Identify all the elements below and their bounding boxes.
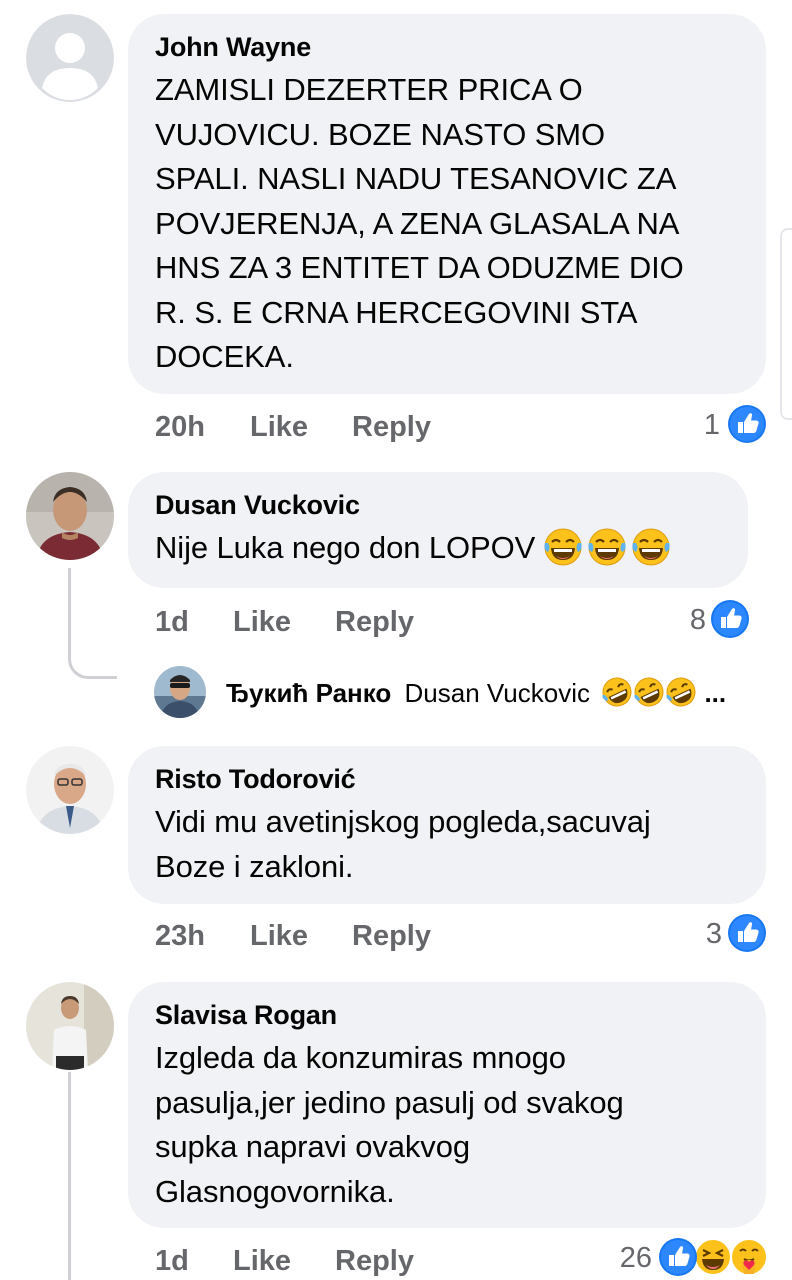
comment-bubble: Risto Todorović Vidi mu avetinjskog pogl… — [128, 746, 766, 904]
comment-line: Boze i zakloni. — [155, 848, 354, 884]
comment-timestamp[interactable]: 1d — [155, 602, 189, 642]
like-icon[interactable] — [711, 600, 749, 638]
like-button[interactable]: Like — [250, 916, 308, 956]
comment-timestamp[interactable]: 1d — [155, 1241, 189, 1280]
comment-line: Vidi mu avetinjskog pogleda,sacuvaj — [155, 804, 651, 839]
avatar-reply-author[interactable] — [154, 666, 206, 718]
reply-mention[interactable]: Dusan Vuckovic — [405, 678, 590, 708]
comment-line: Nije Luka nego don LOPOV — [155, 530, 536, 565]
laugh-cry-emoji — [631, 527, 671, 567]
reply-button[interactable]: Reply — [335, 1241, 414, 1280]
reply-preview-text: Ђукић Ранко Dusan Vuckovic ... — [226, 676, 726, 710]
rolling-laugh-emoji — [665, 676, 698, 709]
haha-icon[interactable] — [694, 1238, 732, 1276]
rolling-laugh-emoji — [601, 676, 634, 709]
comment-timestamp[interactable]: 23h — [155, 916, 205, 956]
like-icon[interactable] — [728, 405, 766, 443]
comment-line: ZAMISLI DEZERTER PRICA O — [155, 72, 583, 107]
reaction-count[interactable]: 3 — [662, 914, 722, 954]
reply-button[interactable]: Reply — [352, 407, 431, 447]
reaction-count[interactable]: 1 — [660, 405, 720, 445]
avatar-risto-todorovic[interactable] — [26, 746, 114, 834]
care-icon[interactable] — [730, 1238, 768, 1276]
comment-text: Izgleda da konzumiras mnogo pasulja,jer … — [155, 1036, 738, 1214]
comment-actions: 23h Like Reply — [155, 916, 555, 956]
comment-line: supka napravi ovakvog — [155, 1129, 470, 1164]
comment-line: HNS ZA 3 ENTITET DA ODUZME DIO — [155, 250, 684, 285]
comment-actions: 20h Like Reply — [155, 407, 555, 447]
reaction-count[interactable]: 26 — [592, 1238, 652, 1278]
comment-actions: 1d Like Reply — [155, 1241, 555, 1280]
like-button[interactable]: Like — [233, 1241, 291, 1280]
comment-timestamp[interactable]: 20h — [155, 407, 205, 447]
like-button[interactable]: Like — [250, 407, 308, 447]
comment-author[interactable]: John Wayne — [155, 32, 738, 62]
reply-preview[interactable]: Ђукић Ранко Dusan Vuckovic ... — [154, 666, 774, 722]
reply-author[interactable]: Ђукић Ранко — [226, 678, 391, 708]
like-icon[interactable] — [728, 914, 766, 952]
comment-author[interactable]: Slavisa Rogan — [155, 1000, 738, 1030]
comment-text: ZAMISLI DEZERTER PRICA O VUJOVICU. BOZE … — [155, 68, 738, 380]
reaction-count[interactable]: 8 — [646, 600, 706, 640]
comment-line: Izgleda da konzumiras mnogo — [155, 1040, 566, 1075]
comment-line: pasulja,jer jedino pasulj od svakog — [155, 1084, 624, 1120]
rolling-laugh-emoji — [633, 676, 666, 709]
reply-button[interactable]: Reply — [335, 602, 414, 642]
comment-author[interactable]: Risto Todorović — [155, 764, 738, 794]
comment-bubble: John Wayne ZAMISLI DEZERTER PRICA O VUJO… — [128, 14, 766, 394]
reply-button[interactable]: Reply — [352, 916, 431, 956]
comment-line: Glasnogovornika. — [155, 1173, 395, 1209]
comment-bubble: Slavisa Rogan Izgleda da konzumiras mnog… — [128, 982, 766, 1228]
comment-author[interactable]: Dusan Vuckovic — [155, 490, 720, 520]
comment-line: VUJOVICU. BOZE NASTO SMO — [155, 116, 606, 152]
reply-thread-line — [68, 568, 117, 679]
comment-actions: 1d Like Reply — [155, 602, 555, 642]
avatar-default[interactable] — [26, 14, 114, 102]
comment-text: Nije Luka nego don LOPOV — [155, 526, 720, 571]
comment-line: SPALI. NASLI NADU TESANOVIC ZA — [155, 161, 677, 196]
laugh-cry-emoji — [587, 527, 627, 567]
reply-thread-line — [68, 1072, 71, 1280]
comment-line: R. S. E CRNA HERCEGOVINI STA — [155, 294, 638, 330]
reply-ellipsis: ... — [704, 678, 727, 708]
like-icon[interactable] — [659, 1238, 697, 1276]
comment-line: POVJERENJA, A ZENA GLASALA NA — [155, 205, 680, 241]
avatar-slavisa-rogan[interactable] — [26, 982, 114, 1070]
comment-line: DOCEKA. — [155, 339, 294, 374]
comment-text: Vidi mu avetinjskog pogleda,sacuvaj Boze… — [155, 800, 738, 889]
like-button[interactable]: Like — [233, 602, 291, 642]
laugh-cry-emoji — [543, 527, 583, 567]
scrollbar-thumb[interactable] — [780, 228, 792, 420]
comment-bubble: Dusan Vuckovic Nije Luka nego don LOPOV — [128, 472, 748, 588]
avatar-dusan-vuckovic[interactable] — [26, 472, 114, 560]
